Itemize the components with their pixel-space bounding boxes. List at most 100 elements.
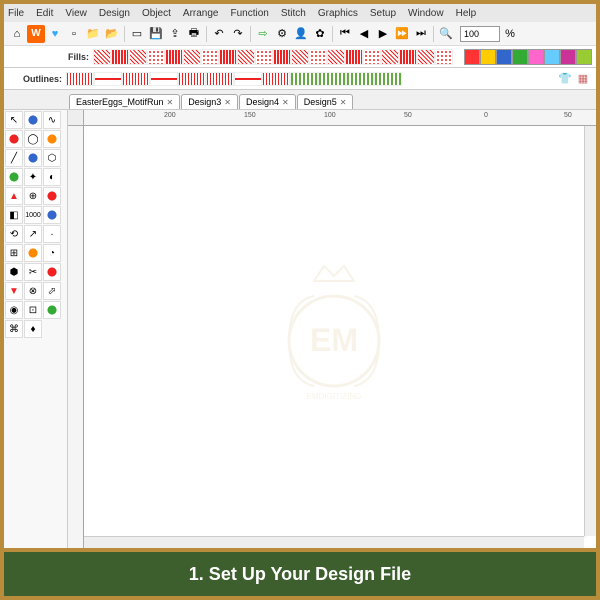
tool-icon[interactable]: ▲	[5, 187, 23, 205]
balloon-icon[interactable]: ♥	[46, 25, 64, 43]
tool-icon[interactable]: ⌘	[5, 320, 23, 338]
tool-icon[interactable]	[5, 168, 23, 186]
tool-icon[interactable]: ⊗	[24, 282, 42, 300]
play-end-icon[interactable]: ⏭	[412, 25, 430, 43]
fill-pattern-icon[interactable]	[111, 49, 129, 65]
outline-pattern-icon[interactable]	[178, 72, 206, 86]
gear-icon[interactable]: ✿	[311, 25, 329, 43]
fill-pattern-icon[interactable]	[345, 49, 363, 65]
outline-pattern-icon[interactable]	[150, 72, 178, 86]
tool-icon[interactable]: ⬢	[5, 263, 23, 281]
print-icon[interactable]: 🖶	[185, 25, 203, 43]
close-icon[interactable]: ✕	[282, 98, 289, 107]
tool-icon[interactable]	[43, 187, 61, 205]
outline-pattern-icon[interactable]	[66, 72, 94, 86]
color-swatch[interactable]	[464, 49, 480, 65]
tool-icon[interactable]	[43, 130, 61, 148]
color-swatch[interactable]	[576, 49, 592, 65]
color-swatch[interactable]	[512, 49, 528, 65]
tool-icon[interactable]: ▼	[5, 282, 23, 300]
tool-icon[interactable]: ↗	[24, 225, 42, 243]
zoom-icon[interactable]: 🔍	[437, 25, 455, 43]
menu-file[interactable]: File	[8, 8, 24, 19]
tool-icon[interactable]: ⊕	[24, 187, 42, 205]
line-tool-icon[interactable]: ╱	[5, 149, 23, 167]
fill-pattern-icon[interactable]	[129, 49, 147, 65]
outline-pattern-icon[interactable]	[206, 72, 234, 86]
menu-window[interactable]: Window	[408, 8, 444, 19]
save-icon[interactable]: 💾	[147, 25, 165, 43]
tab-design3[interactable]: Design3✕	[181, 94, 238, 109]
undo-icon[interactable]: ↶	[210, 25, 228, 43]
fill-pattern-icon[interactable]	[399, 49, 417, 65]
tool-icon[interactable]	[43, 263, 61, 281]
scrollbar-horizontal[interactable]	[84, 536, 584, 548]
fill-pattern-icon[interactable]	[273, 49, 291, 65]
outline-pattern-icon[interactable]	[318, 72, 346, 86]
tool-icon[interactable]	[24, 244, 42, 262]
design-canvas[interactable]: EM EMDIGITIZING	[84, 126, 584, 536]
tool-icon[interactable]: ·	[43, 225, 61, 243]
fill-pattern-icon[interactable]	[327, 49, 345, 65]
menu-design[interactable]: Design	[99, 8, 130, 19]
close-icon[interactable]: ✕	[340, 98, 347, 107]
recent-icon[interactable]: 📂	[103, 25, 121, 43]
home-icon[interactable]: ⌂	[8, 25, 26, 43]
fill-pattern-icon[interactable]	[219, 49, 237, 65]
tool-icon[interactable]	[24, 149, 42, 167]
shirt-icon[interactable]: 👕	[556, 70, 574, 88]
fill-pattern-icon[interactable]	[165, 49, 183, 65]
export-icon[interactable]: ⇪	[166, 25, 184, 43]
tool-icon[interactable]: ✦	[24, 168, 42, 186]
fill-pattern-icon[interactable]	[93, 49, 111, 65]
menu-function[interactable]: Function	[230, 8, 268, 19]
fill-pattern-icon[interactable]	[435, 49, 453, 65]
fill-pattern-icon[interactable]	[309, 49, 327, 65]
fill-pattern-icon[interactable]	[417, 49, 435, 65]
tool-icon[interactable]	[43, 206, 61, 224]
fill-pattern-icon[interactable]	[291, 49, 309, 65]
fill-pattern-icon[interactable]	[381, 49, 399, 65]
fill-pattern-icon[interactable]	[237, 49, 255, 65]
tool-icon[interactable]: ⬡	[43, 149, 61, 167]
tool-icon[interactable]	[43, 301, 61, 319]
close-icon[interactable]: ✕	[167, 98, 174, 107]
outline-pattern-icon[interactable]	[122, 72, 150, 86]
tab-design4[interactable]: Design4✕	[239, 94, 296, 109]
fill-pattern-icon[interactable]	[255, 49, 273, 65]
machine-icon[interactable]: ⚙	[273, 25, 291, 43]
fill-pattern-icon[interactable]	[363, 49, 381, 65]
shape-tool-icon[interactable]: ◯	[24, 130, 42, 148]
color-swatch[interactable]	[496, 49, 512, 65]
fill-pattern-icon[interactable]	[183, 49, 201, 65]
app-logo-icon[interactable]: W	[27, 25, 45, 43]
zoom-input[interactable]: 100	[460, 26, 500, 42]
menu-arrange[interactable]: Arrange	[183, 8, 219, 19]
menu-stitch[interactable]: Stitch	[281, 8, 306, 19]
tool-icon[interactable]: ✂	[24, 263, 42, 281]
fabric-icon[interactable]: ▦	[574, 70, 592, 88]
open-icon[interactable]: 📁	[84, 25, 102, 43]
play-start-icon[interactable]: ⏮	[336, 25, 354, 43]
outline-pattern-icon[interactable]	[234, 72, 262, 86]
menu-edit[interactable]: Edit	[36, 8, 53, 19]
new-icon[interactable]: ▫	[65, 25, 83, 43]
tool-icon[interactable]: ⟲	[5, 225, 23, 243]
tool-icon[interactable]: ◉	[5, 301, 23, 319]
tab-eastereggs[interactable]: EasterEggs_MotifRun✕	[69, 94, 180, 109]
tool-icon[interactable]: ♦	[24, 320, 42, 338]
fill-pattern-icon[interactable]	[201, 49, 219, 65]
menu-setup[interactable]: Setup	[370, 8, 396, 19]
color-swatch[interactable]	[544, 49, 560, 65]
color-swatch[interactable]	[528, 49, 544, 65]
menu-graphics[interactable]: Graphics	[318, 8, 358, 19]
tab-design5[interactable]: Design5✕	[297, 94, 354, 109]
tool-icon[interactable]	[5, 130, 23, 148]
redo-icon[interactable]: ↷	[229, 25, 247, 43]
play-fast-icon[interactable]: ⏩	[393, 25, 411, 43]
user-icon[interactable]: 👤	[292, 25, 310, 43]
tool-icon[interactable]: ⊡	[24, 301, 42, 319]
tool-icon[interactable]: ◐	[43, 168, 61, 186]
menu-view[interactable]: View	[65, 8, 87, 19]
outline-pattern-icon[interactable]	[94, 72, 122, 86]
